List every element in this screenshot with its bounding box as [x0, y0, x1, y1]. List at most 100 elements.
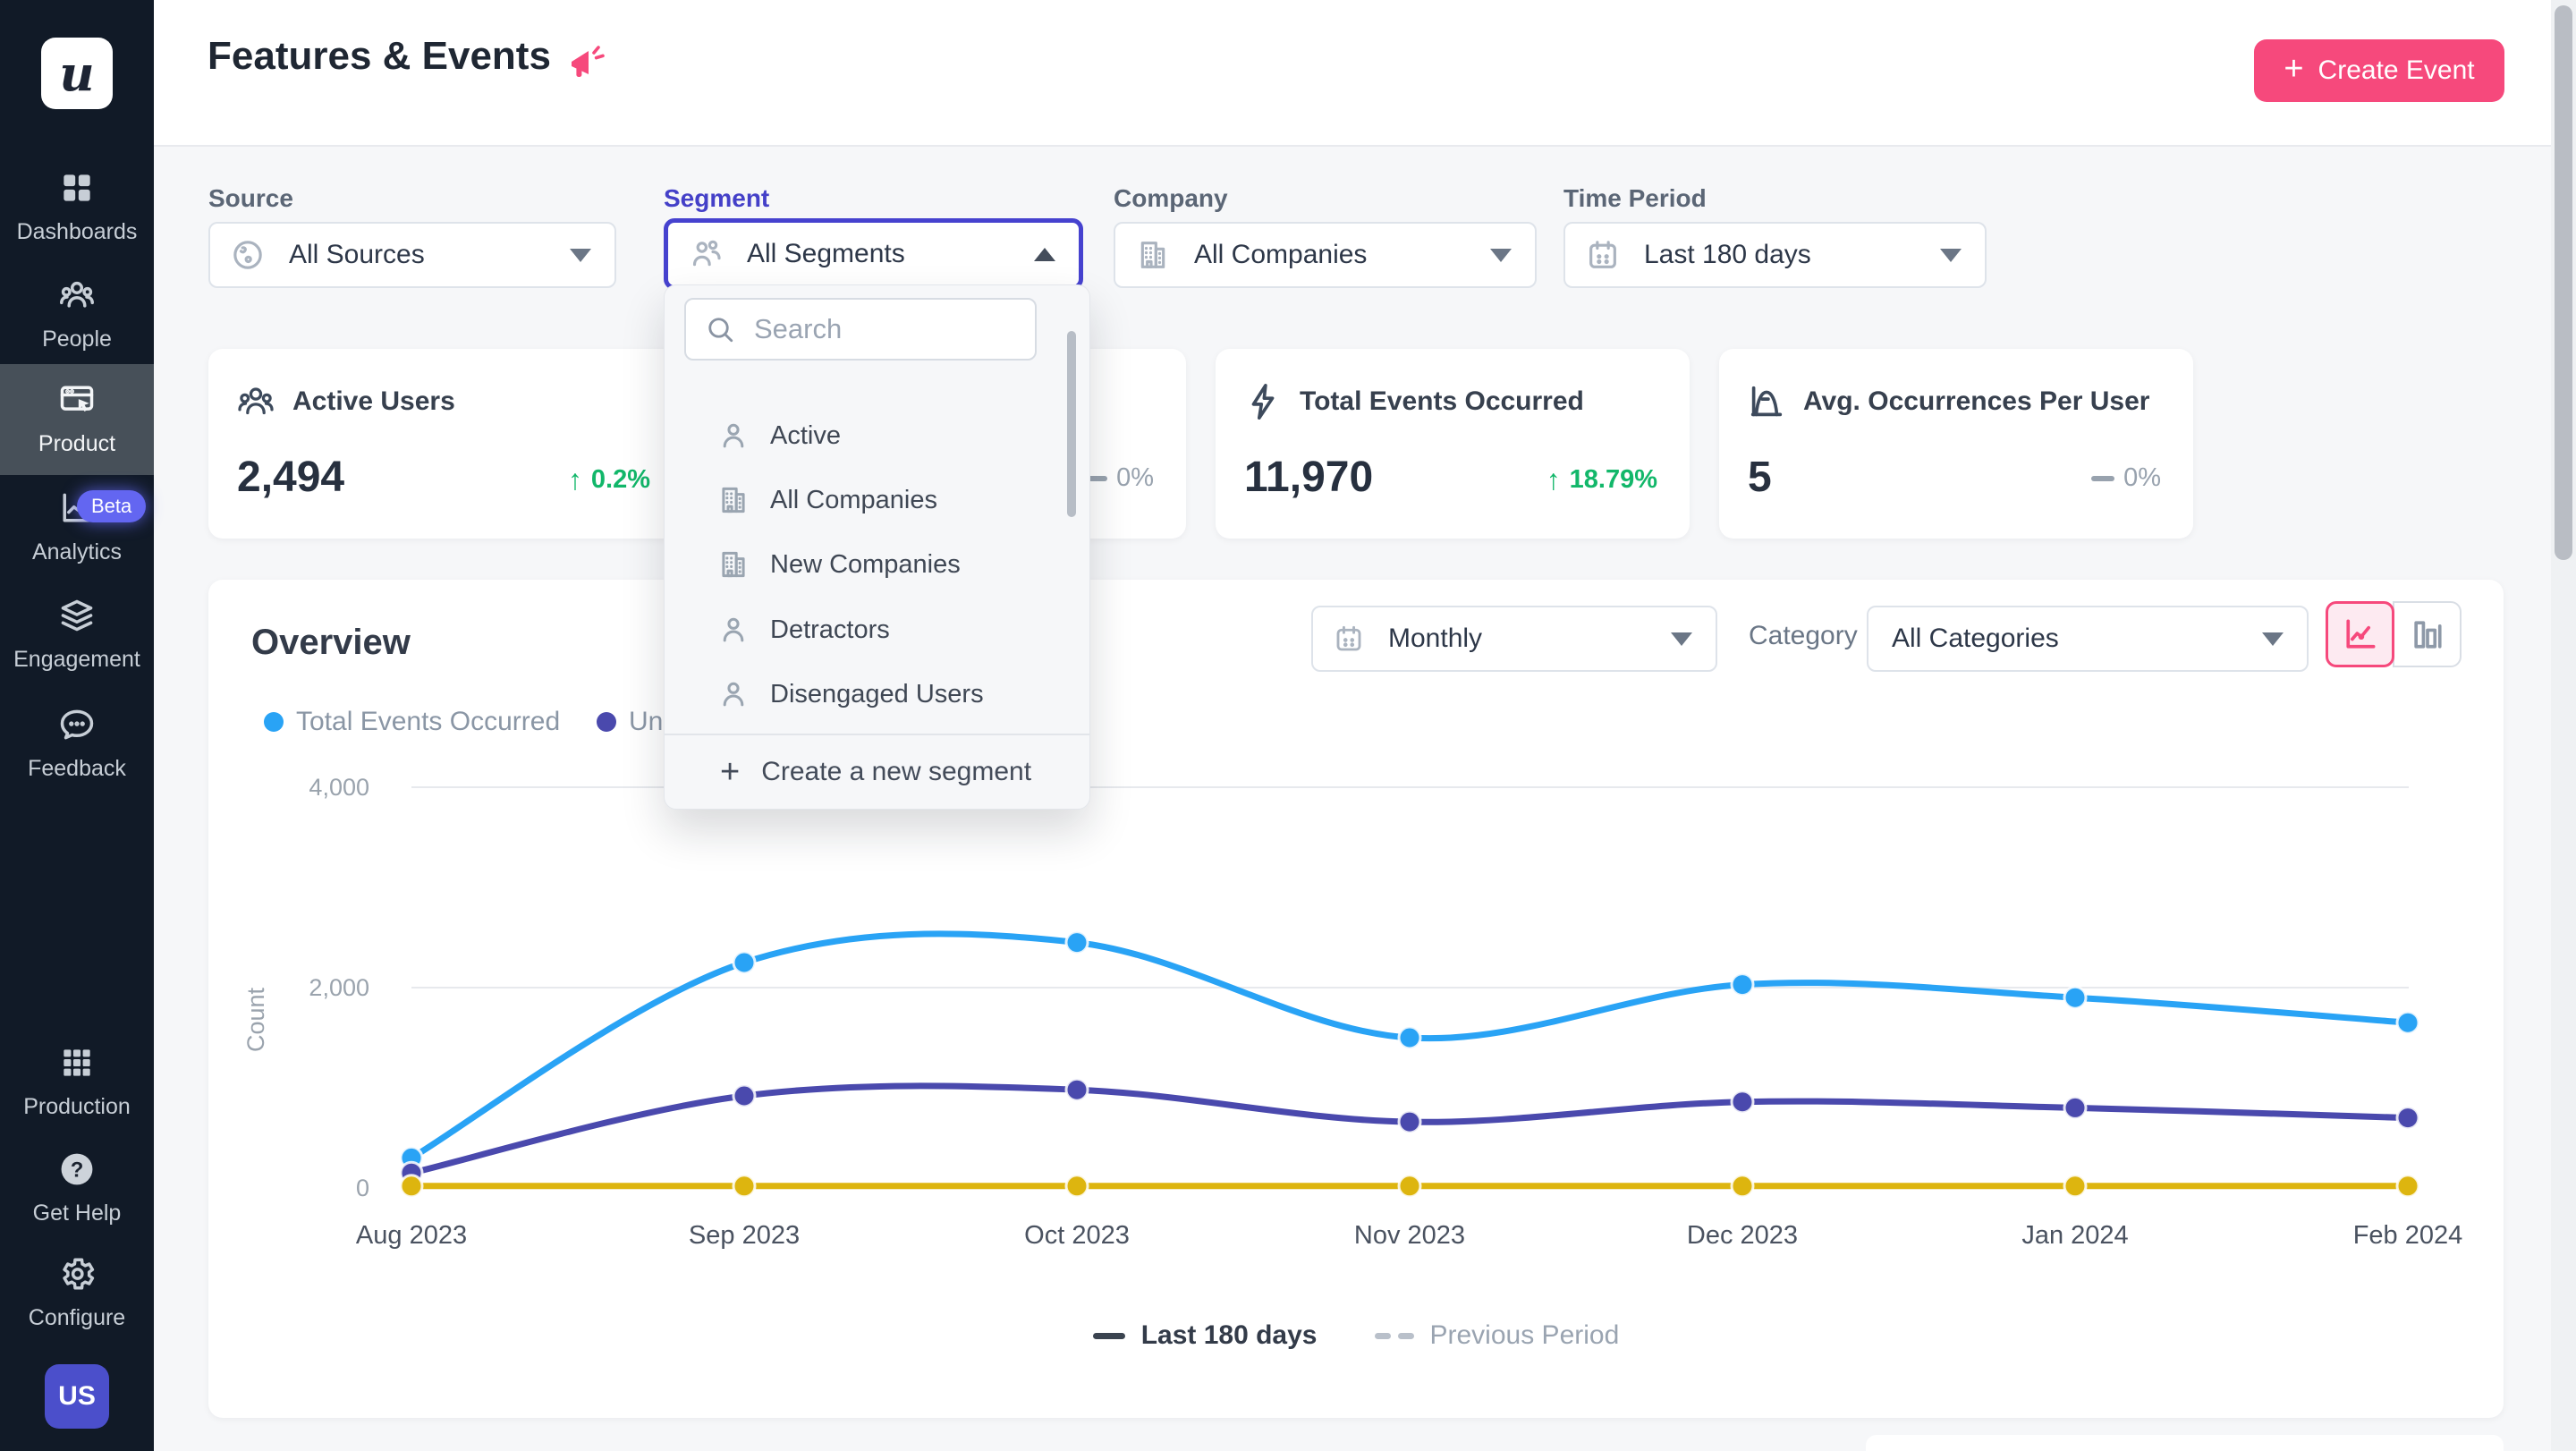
sidebar-item-analytics[interactable]: Beta Analytics: [0, 472, 154, 583]
svg-text:?: ?: [71, 1158, 84, 1182]
people-icon: [235, 381, 276, 422]
stat-value: 2,494: [237, 453, 344, 502]
person-icon: [716, 419, 750, 453]
sidebar-item-label: Dashboards: [0, 218, 154, 245]
chevron-down-icon: [1671, 632, 1692, 646]
legend-label: Previous Period: [1430, 1320, 1620, 1351]
legend-unique-truncated[interactable]: Un: [597, 707, 663, 737]
sidebar-item-configure[interactable]: Configure: [0, 1238, 154, 1349]
create-segment-button[interactable]: + Create a new segment: [665, 734, 1089, 809]
megaphone-icon: [565, 41, 608, 84]
legend-total-events[interactable]: Total Events Occurred: [264, 707, 560, 737]
category-label: Category: [1749, 621, 1858, 651]
legend-dot-blue: [264, 712, 284, 732]
svg-text:Dec 2023: Dec 2023: [1687, 1221, 1798, 1250]
building-icon: [716, 483, 750, 517]
sidebar-item-label: Feedback: [0, 755, 154, 782]
line-chart-toggle[interactable]: [2326, 601, 2394, 667]
legend-current-period: Last 180 days: [1093, 1320, 1318, 1351]
line-chart[interactable]: 02,0004,000CountAug 2023Sep 2023Oct 2023…: [208, 760, 2504, 1270]
person-icon: [716, 613, 750, 647]
bar-chart-toggle[interactable]: [2393, 601, 2462, 667]
option-label: Detractors: [770, 615, 890, 645]
period-legend: Last 180 days Previous Period: [208, 1320, 2504, 1351]
overview-title: Overview: [251, 623, 411, 663]
chevron-down-icon: [1490, 249, 1512, 262]
building-icon: [1135, 237, 1171, 273]
segment-options-list: Active All Companies New Companies Detra…: [665, 371, 1089, 736]
stat-card-active-users: Active Users 2,494 ↑0.2%: [208, 349, 682, 539]
building-icon: [716, 547, 750, 581]
company-filter-select[interactable]: All Companies: [1114, 222, 1537, 288]
sidebar-item-engagement[interactable]: Engagement: [0, 580, 154, 691]
time-period-filter-label: Time Period: [1563, 184, 1707, 213]
overview-panel: Overview Total Events Occurred Un Monthl…: [208, 580, 2504, 1418]
dropdown-scrollbar-thumb[interactable]: [1067, 331, 1076, 517]
segment-option-all-companies[interactable]: All Companies: [665, 468, 1089, 532]
segment-dropdown-panel: Active All Companies New Companies Detra…: [664, 284, 1090, 810]
trend-up-icon: ↑: [1546, 463, 1561, 496]
segment-search-input[interactable]: [752, 312, 1015, 346]
sidebar-item-get-help[interactable]: ? Get Help: [0, 1133, 154, 1244]
segment-option-disengaged-users[interactable]: Disengaged Users: [665, 662, 1089, 726]
option-label: Active: [770, 421, 841, 451]
stat-title: Total Events Occurred: [1300, 386, 1584, 417]
segment-option-active[interactable]: Active: [665, 403, 1089, 468]
segment-option-new-companies[interactable]: New Companies: [665, 532, 1089, 597]
people-icon: [57, 276, 97, 315]
chart-canvas: 02,0004,000CountAug 2023Sep 2023Oct 2023…: [208, 760, 2504, 1270]
sidebar-item-production[interactable]: Production: [0, 1027, 154, 1138]
granularity-value: Monthly: [1388, 624, 1482, 654]
question-circle-icon: ?: [57, 1150, 97, 1189]
category-select[interactable]: All Categories: [1867, 606, 2309, 672]
source-filter-select[interactable]: All Sources: [208, 222, 616, 288]
svg-text:Feb 2024: Feb 2024: [2353, 1221, 2463, 1250]
page-header: Features & Events + Create Event: [154, 0, 2576, 147]
time-period-filter-select[interactable]: Last 180 days: [1563, 222, 1987, 288]
gear-icon: [57, 1254, 97, 1294]
globe-icon: [230, 237, 266, 273]
chevron-down-icon: [2262, 632, 2284, 646]
bell-curve-icon: [1746, 381, 1787, 422]
svg-text:Jan 2024: Jan 2024: [2021, 1221, 2128, 1250]
granularity-select[interactable]: Monthly: [1311, 606, 1717, 672]
option-label: All Companies: [770, 486, 937, 515]
sidebar-item-product[interactable]: Product: [0, 364, 154, 475]
svg-text:Sep 2023: Sep 2023: [689, 1221, 800, 1250]
layers-icon: [57, 596, 97, 635]
stat-title: Active Users: [292, 386, 455, 417]
page-scrollbar-thumb[interactable]: [2555, 5, 2572, 560]
create-segment-label: Create a new segment: [761, 757, 1031, 787]
legend-label: Last 180 days: [1141, 1320, 1318, 1351]
legend-dot-purple: [597, 712, 616, 732]
segment-search-box[interactable]: [684, 298, 1037, 361]
sidebar-item-feedback[interactable]: Feedback: [0, 689, 154, 800]
line-chart-icon: [2341, 615, 2380, 654]
grid-icon: [57, 168, 97, 208]
avatar-initials: US: [58, 1381, 96, 1412]
chevron-up-icon: [1034, 248, 1055, 261]
stat-value: 11,970: [1244, 453, 1373, 502]
sidebar-item-label: Production: [0, 1093, 154, 1120]
source-filter-value: All Sources: [289, 240, 425, 270]
svg-text:Nov 2023: Nov 2023: [1354, 1221, 1465, 1250]
sidebar-item-people[interactable]: People: [0, 259, 154, 370]
user-avatar[interactable]: US: [45, 1364, 109, 1429]
stat-card-total-events: Total Events Occurred 11,970 ↑18.79%: [1216, 349, 1690, 539]
dashed-line-swatch: [1375, 1333, 1414, 1339]
trend-up-icon: ↑: [568, 463, 582, 496]
category-value: All Categories: [1892, 624, 2059, 654]
logo-glyph: u: [59, 45, 94, 102]
app-logo[interactable]: u: [41, 38, 113, 109]
svg-text:Oct 2023: Oct 2023: [1024, 1221, 1130, 1250]
create-event-button[interactable]: + Create Event: [2254, 39, 2504, 102]
segment-filter-select[interactable]: All Segments: [664, 218, 1083, 290]
stat-card-avg-occurrences: Avg. Occurrences Per User 5 0%: [1719, 349, 2193, 539]
chart-view-toggle-group: [2326, 601, 2463, 667]
segment-option-detractors[interactable]: Detractors: [665, 598, 1089, 662]
segment-filter-value: All Segments: [747, 239, 905, 269]
sidebar-item-label: Product: [0, 430, 154, 457]
svg-text:4,000: 4,000: [309, 774, 369, 801]
sidebar-item-dashboards[interactable]: Dashboards: [0, 152, 154, 263]
trend-flat-icon: [2091, 476, 2114, 481]
